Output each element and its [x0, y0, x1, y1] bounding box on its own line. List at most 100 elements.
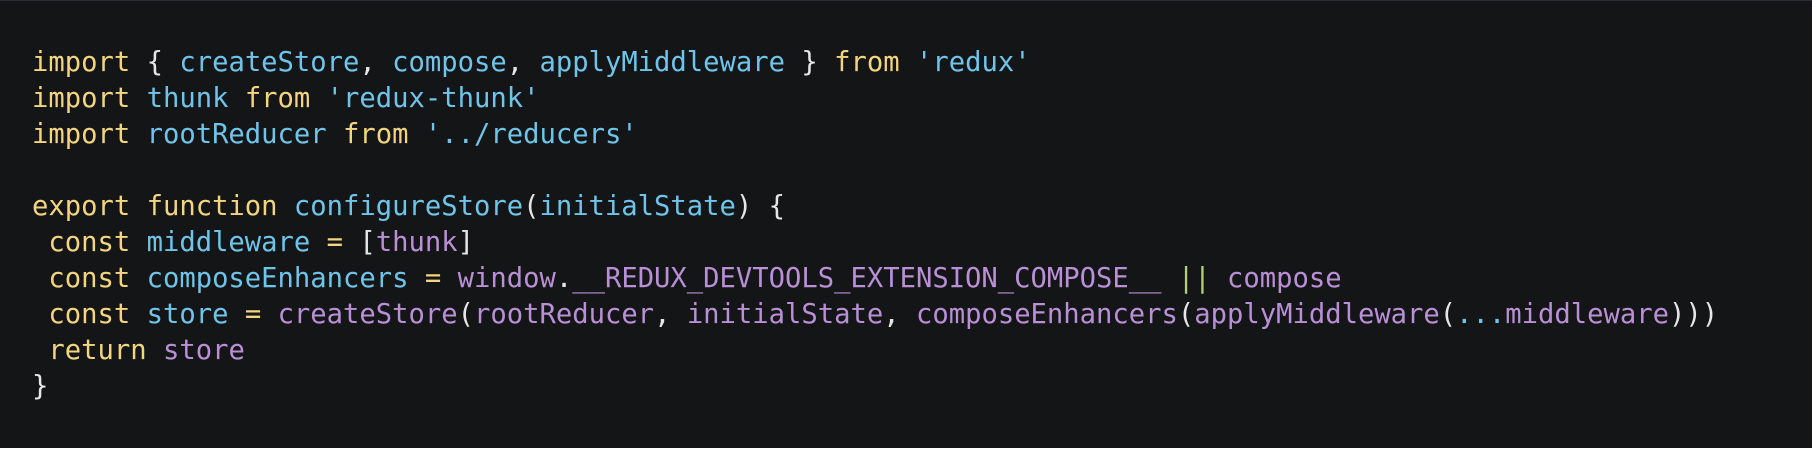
code-line: return store	[32, 333, 1812, 369]
code-token: middleware	[146, 227, 311, 258]
code-token: ||	[1177, 263, 1211, 294]
code-token: .	[555, 263, 573, 294]
code-token: composeEnhancers	[146, 263, 409, 294]
code-panel: import { createStore, compose, applyMidd…	[0, 0, 1812, 448]
code-token: import	[32, 83, 131, 114]
code-token: ,	[654, 299, 671, 330]
code-token: from	[244, 83, 311, 114]
code-token: ,	[359, 47, 376, 78]
code-token: (	[523, 191, 540, 222]
code-token: composeEnhancers	[915, 299, 1178, 330]
code-token: applyMiddleware	[539, 47, 786, 78]
code-token: ,	[506, 47, 524, 78]
code-token: =	[424, 263, 442, 294]
code-token: }	[801, 47, 818, 78]
code-token: thunk	[375, 227, 458, 258]
code-token: window	[457, 263, 556, 294]
code-token: const	[48, 263, 131, 294]
code-line: export function configureStore(initialSt…	[32, 189, 1812, 225]
code-token: initialState	[539, 191, 736, 222]
code-token: initialState	[686, 299, 884, 330]
code-token: __REDUX_DEVTOOLS_EXTENSION_COMPOSE__	[572, 263, 1162, 294]
code-token: =	[244, 299, 262, 330]
code-token: [	[359, 227, 376, 258]
code-token: ,	[883, 299, 900, 330]
code-token: }	[32, 371, 49, 402]
code-line: import thunk from 'redux-thunk'	[32, 81, 1812, 117]
code-token: applyMiddleware	[1194, 299, 1440, 330]
code-token: {	[768, 191, 785, 222]
code-token: configureStore	[293, 191, 524, 222]
code-token: '../reducers'	[424, 119, 638, 150]
code-line: import { createStore, compose, applyMidd…	[32, 45, 1812, 81]
code-token: ...	[1456, 299, 1506, 330]
code-token: (	[1177, 299, 1195, 330]
code-token: from	[834, 47, 900, 78]
code-token: import	[32, 119, 131, 150]
code-token: compose	[1226, 263, 1342, 294]
code-line: const store = createStore(rootReducer, i…	[32, 297, 1812, 333]
code-token: compose	[392, 47, 507, 78]
code-token: function	[146, 191, 278, 222]
code-token: createStore	[277, 299, 458, 330]
code-token: import	[32, 47, 131, 78]
code-token: 'redux-thunk'	[326, 83, 540, 114]
code-token: store	[162, 335, 245, 366]
code-token: middleware	[1505, 299, 1669, 330]
code-token: thunk	[146, 83, 229, 114]
code-token: =	[326, 227, 344, 258]
code-token: ]	[457, 227, 474, 258]
code-token: {	[146, 47, 163, 78]
code-token: return	[48, 335, 147, 366]
code-token: (	[1439, 299, 1457, 330]
code-token: (	[457, 299, 474, 330]
code-line: const middleware = [thunk]	[32, 225, 1812, 261]
code-line: const composeEnhancers = window.__REDUX_…	[32, 261, 1812, 297]
code-token: )	[735, 191, 753, 222]
code-token: createStore	[179, 47, 360, 78]
code-token: rootReducer	[146, 119, 327, 150]
code-line: }	[32, 369, 1812, 405]
code-token: 'redux'	[916, 47, 1031, 78]
code-token: export	[32, 191, 131, 222]
code-token: )))	[1668, 299, 1719, 330]
code-token: store	[146, 299, 229, 330]
code-token: rootReducer	[474, 299, 655, 330]
code-line: import rootReducer from '../reducers'	[32, 117, 1812, 153]
code-token: const	[48, 299, 131, 330]
